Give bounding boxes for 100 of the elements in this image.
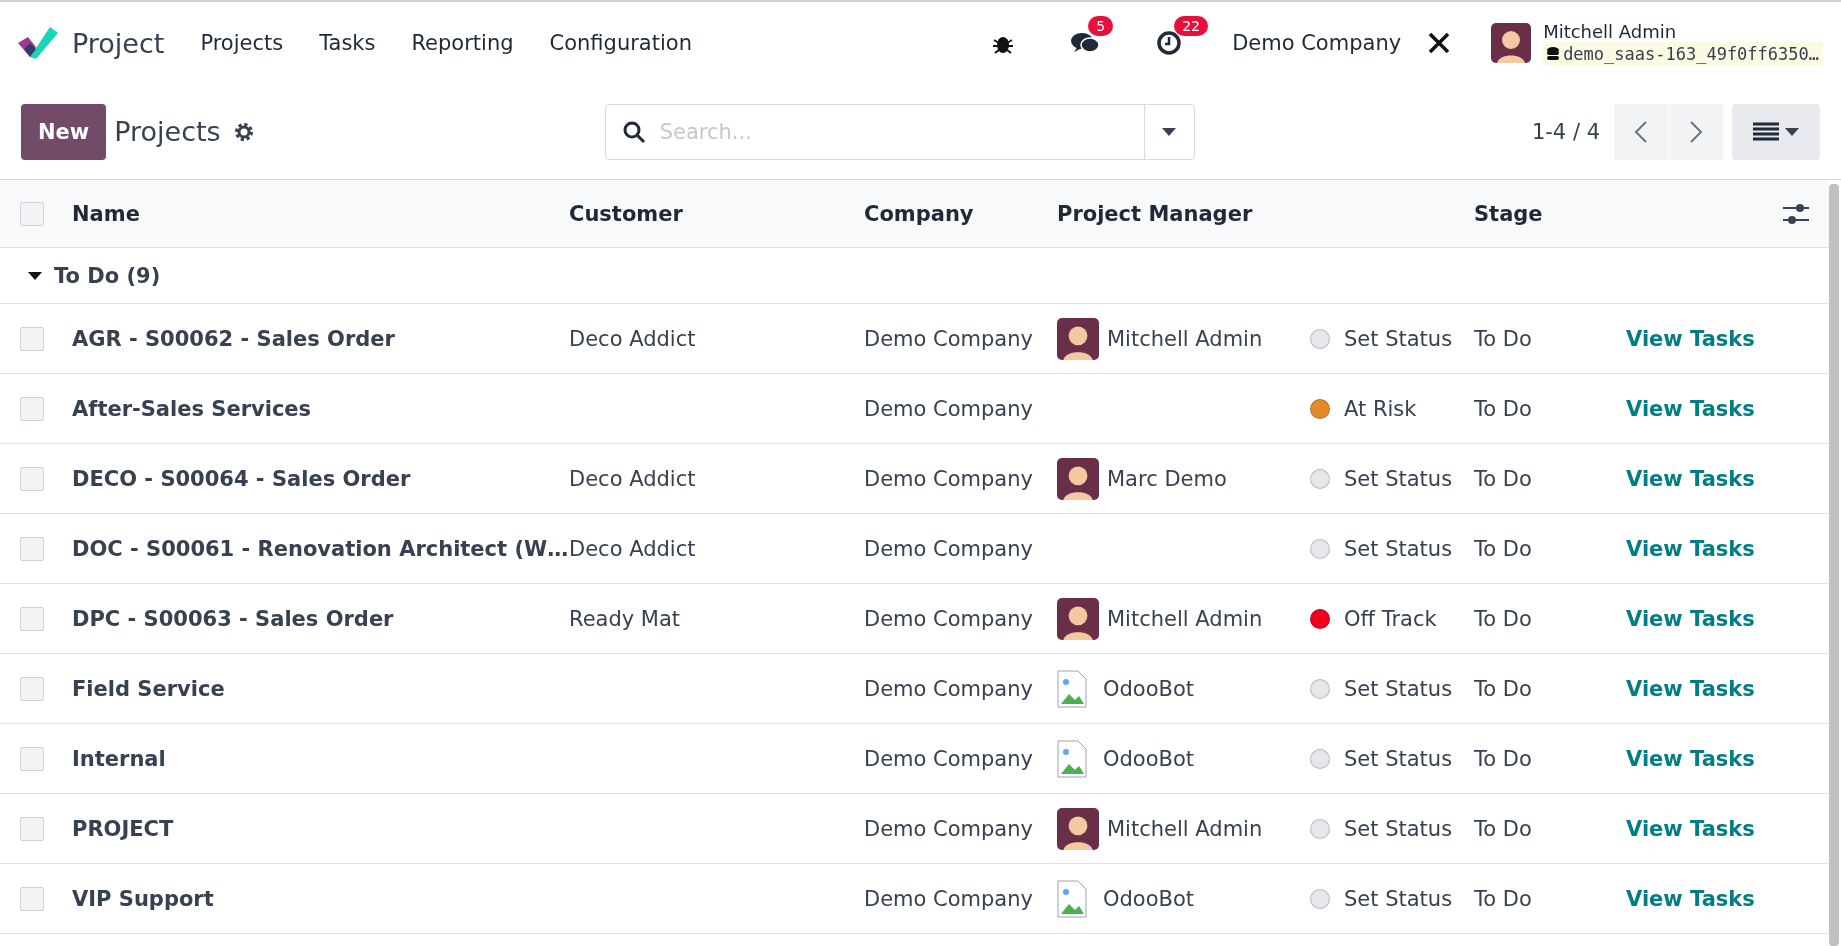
broken-image-icon [1057, 739, 1087, 778]
project-name[interactable]: Internal [72, 746, 569, 771]
project-name[interactable]: Field Service [72, 676, 569, 701]
company-switcher[interactable]: Demo Company [1232, 31, 1402, 55]
column-header[interactable]: Project Manager [1057, 201, 1310, 226]
manager-name: OdooBot [1103, 886, 1195, 911]
status-dot[interactable] [1310, 538, 1330, 559]
status-dot[interactable] [1310, 748, 1330, 769]
view-tasks-link[interactable]: View Tasks [1626, 466, 1829, 491]
status-label[interactable]: Set Status [1344, 326, 1453, 351]
status-dot[interactable] [1310, 818, 1330, 839]
manager-name: OdooBot [1103, 676, 1195, 701]
company-name: Demo Company [864, 396, 1034, 421]
avatar-icon [1057, 457, 1099, 500]
customer-name: Deco Addict [569, 326, 697, 351]
status-dot[interactable] [1310, 328, 1330, 349]
gear-icon[interactable] [232, 120, 255, 143]
row-checkbox[interactable] [20, 746, 44, 771]
customer-name: Ready Mat [569, 606, 682, 631]
status-label[interactable]: At Risk [1344, 396, 1417, 421]
avatar-icon [1057, 317, 1099, 360]
menu-item[interactable]: Reporting [411, 31, 514, 55]
company-name: Demo Company [864, 326, 1034, 351]
clock-icon[interactable] [1156, 30, 1183, 56]
column-settings-icon[interactable] [1783, 201, 1809, 226]
manager-name: Mitchell Admin [1107, 606, 1263, 631]
status-dot[interactable] [1310, 468, 1330, 489]
pager-value[interactable]: 1-4 / 4 [1531, 119, 1600, 144]
company-name: Demo Company [864, 746, 1034, 771]
customer-name: Deco Addict [569, 536, 697, 561]
status-dot[interactable] [1310, 398, 1330, 419]
row-checkbox[interactable] [20, 886, 44, 911]
scrollbar[interactable] [1829, 184, 1839, 946]
app-name[interactable]: Project [72, 27, 165, 59]
stage-name: To Do [1474, 606, 1533, 631]
project-name[interactable]: AGR - S00062 - Sales Order [72, 326, 569, 351]
project-name[interactable]: PROJECT [72, 816, 569, 841]
user-name[interactable]: Mitchell Admin [1543, 20, 1823, 42]
menu-item[interactable]: Configuration [549, 31, 692, 55]
status-label[interactable]: Set Status [1344, 816, 1453, 841]
menu-item[interactable]: Tasks [319, 31, 376, 55]
project-name[interactable]: After-Sales Services [72, 396, 569, 421]
group-label: To Do (9) [54, 263, 161, 288]
project-name[interactable]: DOC - S00061 - Renovation Architect (W… [72, 536, 569, 561]
view-tasks-link[interactable]: View Tasks [1626, 396, 1829, 421]
row-checkbox[interactable] [20, 606, 44, 631]
status-label[interactable]: Off Track [1344, 606, 1437, 631]
search-bar[interactable]: Search... [604, 103, 1195, 160]
status-label[interactable]: Set Status [1344, 676, 1453, 701]
project-name[interactable]: DPC - S00063 - Sales Order [72, 606, 569, 631]
view-tasks-link[interactable]: View Tasks [1626, 816, 1829, 841]
row-checkbox[interactable] [20, 676, 44, 701]
status-dot[interactable] [1310, 678, 1330, 699]
message-count: 5 [1088, 16, 1114, 36]
row-checkbox[interactable] [20, 536, 44, 561]
search-icon [621, 119, 646, 144]
status-dot[interactable] [1310, 608, 1330, 629]
new-button[interactable]: New [21, 103, 107, 160]
project-name[interactable]: DECO - S00064 - Sales Order [72, 466, 569, 491]
next-button[interactable] [1669, 103, 1723, 160]
caret-icon [1162, 127, 1177, 136]
stage-name: To Do [1474, 536, 1533, 561]
avatar-icon [1057, 807, 1099, 850]
user-avatar[interactable] [1491, 23, 1532, 63]
previous-button[interactable] [1614, 103, 1668, 160]
view-tasks-link[interactable]: View Tasks [1626, 886, 1829, 911]
view-tasks-link[interactable]: View Tasks [1626, 606, 1829, 631]
view-tasks-link[interactable]: View Tasks [1626, 536, 1829, 561]
view-tasks-link[interactable]: View Tasks [1626, 746, 1829, 771]
broken-image-icon [1057, 669, 1087, 708]
row-checkbox[interactable] [20, 816, 44, 841]
column-header[interactable]: Stage [1474, 201, 1626, 226]
row-checkbox[interactable] [20, 396, 44, 421]
column-header[interactable]: Name [72, 201, 569, 226]
view-tasks-link[interactable]: View Tasks [1626, 326, 1829, 351]
manager-name: OdooBot [1103, 746, 1195, 771]
stage-name: To Do [1474, 396, 1533, 421]
status-label[interactable]: Set Status [1344, 886, 1453, 911]
column-header[interactable]: Company [864, 201, 1057, 226]
status-label[interactable]: Set Status [1344, 746, 1453, 771]
database-name: demo_saas-163_49f0ff6350… [1543, 41, 1823, 66]
stage-name: To Do [1474, 816, 1533, 841]
column-header[interactable]: Customer [569, 201, 864, 226]
avatar-icon [1057, 597, 1099, 640]
company-name: Demo Company [864, 676, 1034, 701]
row-checkbox[interactable] [20, 466, 44, 491]
row-checkbox[interactable] [20, 326, 44, 351]
project-name[interactable]: VIP Support [72, 886, 569, 911]
app-logo-icon [18, 25, 58, 61]
broken-image-icon [1057, 879, 1087, 918]
menu-item[interactable]: Projects [200, 31, 284, 55]
view-tasks-link[interactable]: View Tasks [1626, 676, 1829, 701]
status-label[interactable]: Set Status [1344, 466, 1453, 491]
view-switcher-button[interactable] [1732, 103, 1820, 160]
database-icon [1547, 46, 1560, 61]
status-dot[interactable] [1310, 888, 1330, 909]
select-all-checkbox[interactable] [20, 201, 44, 226]
status-label[interactable]: Set Status [1344, 536, 1453, 561]
company-name: Demo Company [864, 816, 1034, 841]
list-icon [1753, 121, 1779, 142]
